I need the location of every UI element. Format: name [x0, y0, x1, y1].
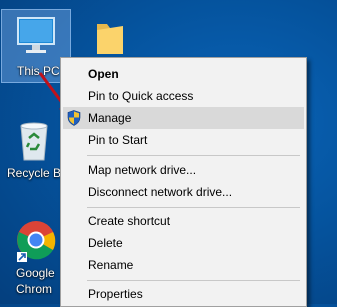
desktop-icon-google-chrome[interactable]: Google Chrom	[0, 218, 68, 304]
menu-item-pin-to-start[interactable]: Pin to Start	[63, 129, 304, 151]
computer-icon	[17, 17, 55, 53]
menu-item-disconnect-network-drive[interactable]: Disconnect network drive...	[63, 181, 304, 203]
menu-item-label: Pin to Start	[88, 133, 148, 147]
desktop-icon-folder[interactable]	[76, 10, 144, 62]
menu-item-label: Properties	[88, 287, 143, 301]
menu-item-properties[interactable]: Properties	[63, 283, 304, 305]
menu-item-open[interactable]: Open	[63, 63, 304, 85]
menu-item-label: Open	[88, 67, 119, 81]
menu-item-pin-quick-access[interactable]: Pin to Quick access	[63, 85, 304, 107]
context-menu: Open Pin to Quick access Manage Pin to S…	[60, 57, 307, 307]
menu-item-create-shortcut[interactable]: Create shortcut	[63, 210, 304, 232]
folder-icon	[97, 24, 123, 54]
menu-item-label: Pin to Quick access	[88, 89, 194, 103]
shield-icon	[67, 110, 81, 126]
menu-item-delete[interactable]: Delete	[63, 232, 304, 254]
chrome-icon	[17, 221, 56, 262]
chrome-label-line1: Google	[16, 266, 55, 280]
menu-separator	[87, 155, 300, 156]
menu-item-label: Create shortcut	[88, 214, 171, 228]
menu-separator	[87, 280, 300, 281]
recycle-bin-icon	[20, 122, 48, 161]
menu-separator	[87, 207, 300, 208]
menu-item-label: Manage	[88, 111, 132, 125]
menu-item-label: Rename	[88, 258, 134, 272]
menu-item-rename[interactable]: Rename	[63, 254, 304, 276]
menu-item-label: Delete	[88, 236, 123, 250]
desktop-icon-recycle-bin[interactable]: Recycle Bin	[0, 114, 70, 184]
menu-item-manage[interactable]: Manage	[63, 107, 304, 129]
menu-item-label: Map network drive...	[88, 163, 197, 177]
menu-item-map-network-drive[interactable]: Map network drive...	[63, 159, 304, 181]
menu-item-label: Disconnect network drive...	[88, 185, 233, 199]
chrome-label-line2: Chrom	[16, 282, 53, 296]
